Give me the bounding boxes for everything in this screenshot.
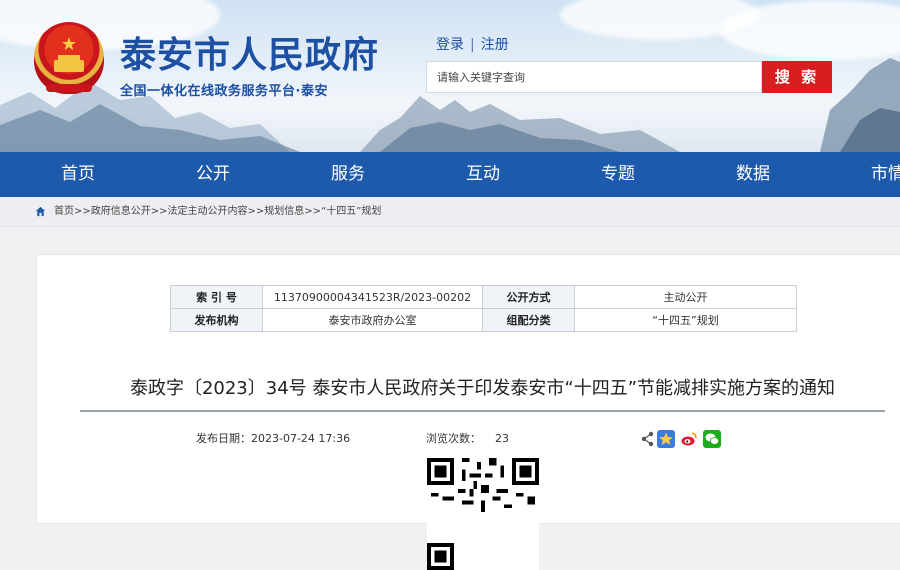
issuer-value: 泰安市政府办公室 xyxy=(262,308,483,332)
nav-item-home[interactable]: 首页 xyxy=(28,152,128,197)
register-link[interactable]: 注册 xyxy=(481,37,509,53)
auth-links: 登录 | 注册 xyxy=(436,34,509,54)
breadcrumb-separator: >> xyxy=(150,206,168,217)
table-row: 发布机构 泰安市政府办公室 组配分类 “十四五”规划 xyxy=(170,308,797,332)
search-button[interactable]: 搜 索 xyxy=(762,61,832,93)
weibo-icon[interactable] xyxy=(680,430,698,448)
wechat-icon[interactable] xyxy=(703,430,721,448)
breadcrumb-item-14th-plan[interactable]: “十四五”规划 xyxy=(321,206,381,217)
nav-item-city-info[interactable]: 市情 xyxy=(838,152,900,197)
index-label: 索 引 号 xyxy=(170,285,263,309)
breadcrumb-item-planning[interactable]: 规划信息 xyxy=(264,206,304,217)
nav-item-service[interactable]: 服务 xyxy=(298,152,398,197)
category-label: 组配分类 xyxy=(482,308,575,332)
home-icon xyxy=(35,206,46,217)
publish-date-label: 发布日期： xyxy=(196,432,251,445)
auth-separator: | xyxy=(470,37,475,53)
view-count-label: 浏览次数： xyxy=(426,432,481,445)
publish-date: 发布日期：2023-07-24 17:36 xyxy=(196,430,350,446)
share-icon[interactable] xyxy=(641,430,655,448)
breadcrumb-item-statutory[interactable]: 法定主动公开内容 xyxy=(168,206,248,217)
breadcrumb-separator: >> xyxy=(304,206,322,217)
national-emblem-logo: ★ xyxy=(34,22,104,94)
document-meta-table: 索 引 号 11370900004341523R/2023-00202 公开方式… xyxy=(170,285,797,332)
breadcrumb-bar: 首页>>政府信息公开>>法定主动公开内容>>规划信息>>“十四五”规划 xyxy=(0,197,900,227)
nav-item-topics[interactable]: 专题 xyxy=(568,152,668,197)
article-title: 泰政字〔2023〕34号 泰安市人民政府关于印发泰安市“十四五”节能减排实施方案… xyxy=(129,378,836,399)
nav-item-interaction[interactable]: 互动 xyxy=(433,152,533,197)
search-input[interactable] xyxy=(427,62,761,92)
nav-item-open[interactable]: 公开 xyxy=(163,152,263,197)
index-value: 11370900004341523R/2023-00202 xyxy=(262,285,483,309)
view-count-value: 23 xyxy=(495,432,509,445)
qzone-icon[interactable] xyxy=(657,430,675,448)
open-mode-label: 公开方式 xyxy=(482,285,575,309)
open-mode-value: 主动公开 xyxy=(574,285,797,309)
issuer-label: 发布机构 xyxy=(170,308,263,332)
breadcrumb: 首页>>政府信息公开>>法定主动公开内容>>规划信息>>“十四五”规划 xyxy=(54,197,381,227)
qr-code-image xyxy=(427,458,539,570)
site-slogan: 全国一体化在线政务服务平台·泰安 xyxy=(120,84,328,99)
breadcrumb-separator: >> xyxy=(74,206,91,217)
nav-item-data[interactable]: 数据 xyxy=(703,152,803,197)
table-row: 索 引 号 11370900004341523R/2023-00202 公开方式… xyxy=(170,285,797,309)
search-box xyxy=(426,61,762,93)
login-link[interactable]: 登录 xyxy=(436,37,464,53)
breadcrumb-item-home[interactable]: 首页 xyxy=(54,206,74,217)
view-count: 浏览次数： 23 xyxy=(426,430,509,446)
publish-date-value: 2023-07-24 17:36 xyxy=(251,432,351,445)
category-value: “十四五”规划 xyxy=(574,308,797,332)
breadcrumb-separator: >> xyxy=(247,206,265,217)
site-title[interactable]: 泰安市人民政府 xyxy=(120,26,379,78)
breadcrumb-item-gov-info[interactable]: 政府信息公开 xyxy=(91,206,151,217)
main-nav: 首页 公开 服务 互动 专题 数据 市情 xyxy=(0,152,900,197)
header-banner: ★ 泰安市人民政府 全国一体化在线政务服务平台·泰安 登录 | 注册 搜 索 xyxy=(0,0,900,152)
title-divider xyxy=(80,410,885,412)
